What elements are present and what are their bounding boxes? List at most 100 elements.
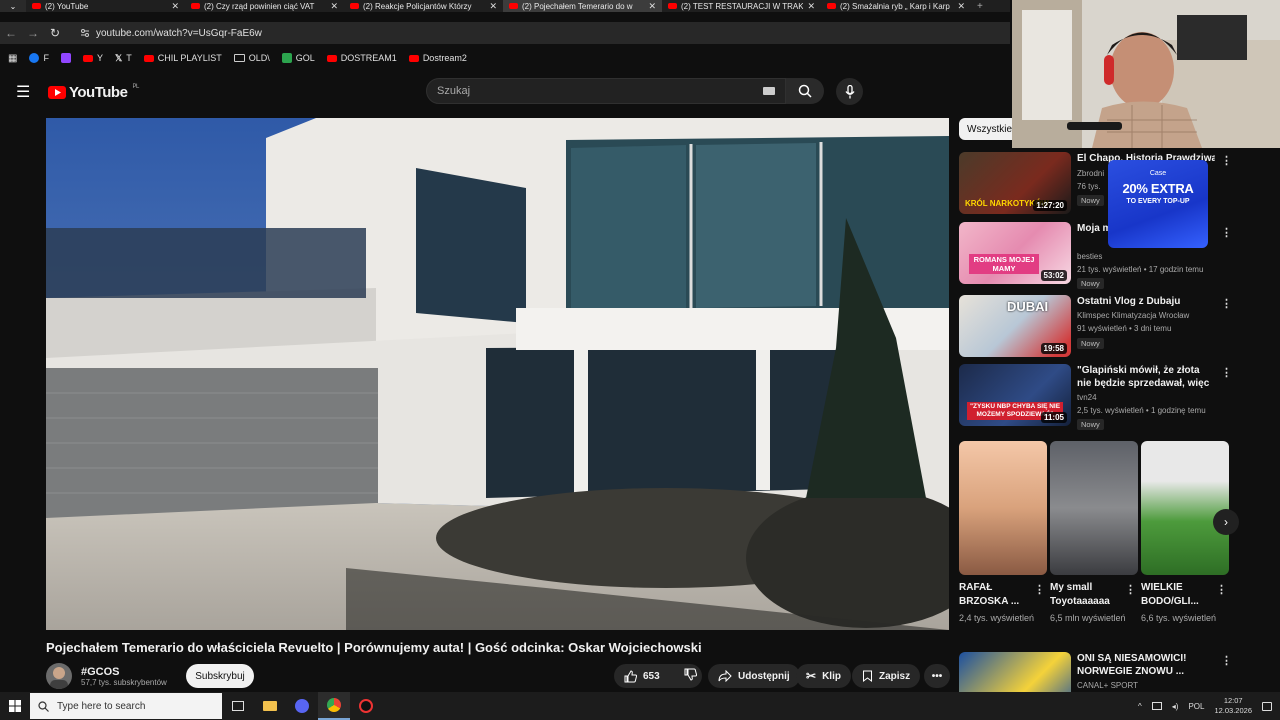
browser-tab[interactable]: (2) Czy rząd powinien ciąć VAT ✕ bbox=[185, 0, 344, 12]
search-input[interactable]: Szukaj bbox=[426, 78, 786, 104]
keyboard-icon[interactable] bbox=[763, 87, 775, 95]
task-view-button[interactable] bbox=[222, 692, 254, 720]
more-vertical-icon[interactable]: ⋮ bbox=[1221, 154, 1232, 167]
channel-avatar[interactable] bbox=[46, 663, 72, 689]
taskbar-search-input[interactable]: Type here to search bbox=[30, 693, 222, 719]
shorts-next-button[interactable]: › bbox=[1213, 509, 1239, 535]
video-title: Pojechałem Temerario do właściciela Revu… bbox=[46, 640, 702, 655]
video-title[interactable]: ONI SĄ NIESAMOWICI! NORWEGIE ZNOWU ... bbox=[1077, 652, 1215, 678]
more-vertical-icon[interactable]: ⋮ bbox=[1034, 583, 1045, 596]
like-button[interactable]: 653 bbox=[624, 669, 660, 683]
ad-overlay[interactable]: Case 20% EXTRA TO EVERY TOP-UP bbox=[1108, 160, 1208, 248]
video-title[interactable]: "Glapiński mówił, że złota nie będzie sp… bbox=[1077, 364, 1215, 390]
close-tab-icon[interactable]: ✕ bbox=[489, 1, 497, 12]
tab-title: (2) YouTube bbox=[45, 1, 89, 11]
browser-tab[interactable]: (2) Reakcje Policjantów Którzy ✕ bbox=[344, 0, 503, 12]
ad-subtext: TO EVERY TOP-UP bbox=[1126, 198, 1190, 205]
clip-button[interactable]: ✂ Klip bbox=[796, 664, 851, 688]
short-video[interactable]: My small Toyotaaaaaa 6,5 mln wyświetleń … bbox=[1050, 441, 1138, 625]
start-button[interactable] bbox=[0, 692, 30, 720]
more-vertical-icon[interactable]: ⋮ bbox=[1221, 366, 1232, 379]
site-info-icon[interactable] bbox=[80, 28, 90, 38]
tab-search-icon[interactable]: ⌄ bbox=[0, 0, 26, 12]
discord-button[interactable] bbox=[286, 692, 318, 720]
channel-name[interactable]: tvn24 bbox=[1077, 393, 1097, 402]
bookmark-chil-playlist[interactable]: CHIL PLAYLIST bbox=[143, 53, 222, 63]
back-icon[interactable]: ← bbox=[0, 26, 22, 40]
search-button[interactable] bbox=[786, 78, 824, 104]
more-vertical-icon[interactable]: ⋮ bbox=[1221, 297, 1232, 310]
more-vertical-icon[interactable]: ⋮ bbox=[1221, 654, 1229, 667]
ad-brand: Case bbox=[1149, 170, 1167, 177]
channel-name[interactable]: CANAL+ SPORT bbox=[1077, 681, 1138, 690]
subscribe-button[interactable]: Subskrybuj bbox=[186, 664, 254, 688]
app-button[interactable] bbox=[350, 692, 382, 720]
video-thumbnail[interactable]: ROMANS MOJEJ MAMY 53:02 bbox=[959, 222, 1071, 284]
notification-icon[interactable] bbox=[1262, 701, 1272, 711]
address-bar[interactable]: youtube.com/watch?v=UsGqr-FaE6w bbox=[74, 24, 974, 42]
reload-icon[interactable]: ↻ bbox=[44, 26, 66, 40]
hamburger-menu-icon[interactable]: ☰ bbox=[16, 82, 32, 102]
more-vertical-icon[interactable]: ⋮ bbox=[1221, 226, 1232, 239]
speaker-icon[interactable]: ◂) bbox=[1172, 702, 1179, 711]
apps-grid-icon[interactable]: ▦ bbox=[8, 53, 17, 64]
channel-name[interactable]: Zbrodni bbox=[1077, 169, 1104, 178]
video-thumbnail[interactable]: DUBAI 19:58 bbox=[959, 295, 1071, 357]
browser-tab-active[interactable]: (2) Pojechałem Temerario do w ✕ bbox=[503, 0, 662, 12]
channel-name[interactable]: #GCOS bbox=[81, 666, 167, 678]
bookmark-folder-old[interactable]: OLD\ bbox=[233, 53, 270, 63]
dislike-button[interactable] bbox=[676, 668, 705, 684]
recommended-video[interactable]: ONI SĄ NIESAMOWICI! NORWEGIE ZNOWU ... C… bbox=[959, 652, 1229, 692]
browser-tab[interactable]: (2) Smażalnia ryb „ Karp i Karp ✕ bbox=[821, 0, 971, 12]
short-title[interactable]: RAFAŁ BRZOSKA ... bbox=[959, 581, 1033, 609]
bookmark-twitch[interactable] bbox=[60, 53, 71, 63]
youtube-favicon-icon bbox=[32, 3, 41, 9]
file-explorer-button[interactable] bbox=[254, 692, 286, 720]
recommended-video[interactable]: "ZYSKU NBP CHYBA SIĘ NIE MOŻEMY SPODZIEW… bbox=[959, 364, 1232, 430]
bookmark-x[interactable]: 𝕏T bbox=[115, 53, 132, 64]
close-tab-icon[interactable]: ✕ bbox=[171, 1, 179, 12]
close-tab-icon[interactable]: ✕ bbox=[957, 1, 965, 12]
bookmark-dostream2[interactable]: Dostream2 bbox=[408, 53, 467, 63]
short-thumbnail[interactable] bbox=[1141, 441, 1229, 575]
more-vertical-icon[interactable]: ⋮ bbox=[1216, 583, 1227, 596]
forward-icon[interactable]: → bbox=[22, 26, 44, 40]
chrome-button[interactable] bbox=[318, 692, 350, 720]
tab-title: (2) Smażalnia ryb „ Karp i Karp bbox=[840, 1, 950, 11]
video-thumbnail[interactable]: "ZYSKU NBP CHYBA SIĘ NIE MOŻEMY SPODZIEW… bbox=[959, 364, 1071, 426]
short-video[interactable]: WIELKIE BODO/GLI... 6,6 tys. wyświetleń … bbox=[1141, 441, 1229, 625]
channel-name[interactable]: Klimspec Klimatyzacja Wrocław bbox=[1077, 311, 1189, 320]
more-actions-button[interactable]: ••• bbox=[924, 664, 950, 688]
close-tab-icon[interactable]: ✕ bbox=[330, 1, 338, 12]
video-thumbnail[interactable] bbox=[959, 652, 1071, 692]
monitor-icon[interactable] bbox=[1151, 702, 1162, 710]
filter-chip-all[interactable]: Wszystkie bbox=[959, 118, 1020, 140]
share-button[interactable]: Udostępnij bbox=[708, 664, 800, 688]
short-thumbnail[interactable] bbox=[959, 441, 1047, 575]
video-thumbnail[interactable]: KRÓL NARKOTYKÓW 1:27:20 bbox=[959, 152, 1071, 214]
short-title[interactable]: My small Toyotaaaaaa bbox=[1050, 581, 1124, 609]
bookmark-gol[interactable]: GOL bbox=[281, 53, 315, 63]
short-thumbnail[interactable] bbox=[1050, 441, 1138, 575]
new-tab-button[interactable]: + bbox=[977, 1, 983, 12]
browser-tab[interactable]: (2) YouTube ✕ bbox=[26, 0, 185, 12]
recommended-video[interactable]: DUBAI 19:58 Ostatni Vlog z Dubaju Klimsp… bbox=[959, 295, 1232, 357]
close-tab-icon[interactable]: ✕ bbox=[648, 1, 656, 12]
more-vertical-icon[interactable]: ⋮ bbox=[1125, 583, 1136, 596]
close-tab-icon[interactable]: ✕ bbox=[807, 1, 815, 12]
bookmark-youtube[interactable]: Y bbox=[82, 53, 103, 63]
chevron-up-icon[interactable]: ^ bbox=[1138, 702, 1142, 711]
short-video[interactable]: RAFAŁ BRZOSKA ... 2,4 tys. wyświetleń ⋮ bbox=[959, 441, 1047, 625]
voice-search-button[interactable] bbox=[836, 78, 863, 105]
browser-tab[interactable]: (2) TEST RESTAURACJI W TRAK ✕ bbox=[662, 0, 821, 12]
language-indicator[interactable]: POL bbox=[1188, 702, 1204, 711]
bookmark-facebook[interactable]: F bbox=[29, 53, 49, 63]
clock[interactable]: 12:07 12.03.2026 bbox=[1214, 696, 1252, 716]
video-player[interactable] bbox=[46, 118, 949, 630]
bookmark-dostream1[interactable]: DOSTREAM1 bbox=[326, 53, 397, 63]
video-title[interactable]: Ostatni Vlog z Dubaju bbox=[1077, 295, 1215, 308]
youtube-logo[interactable]: YouTube PL bbox=[48, 84, 139, 101]
channel-name[interactable]: besties bbox=[1077, 252, 1102, 261]
save-button[interactable]: Zapisz bbox=[852, 664, 921, 688]
short-title[interactable]: WIELKIE BODO/GLI... bbox=[1141, 581, 1215, 609]
